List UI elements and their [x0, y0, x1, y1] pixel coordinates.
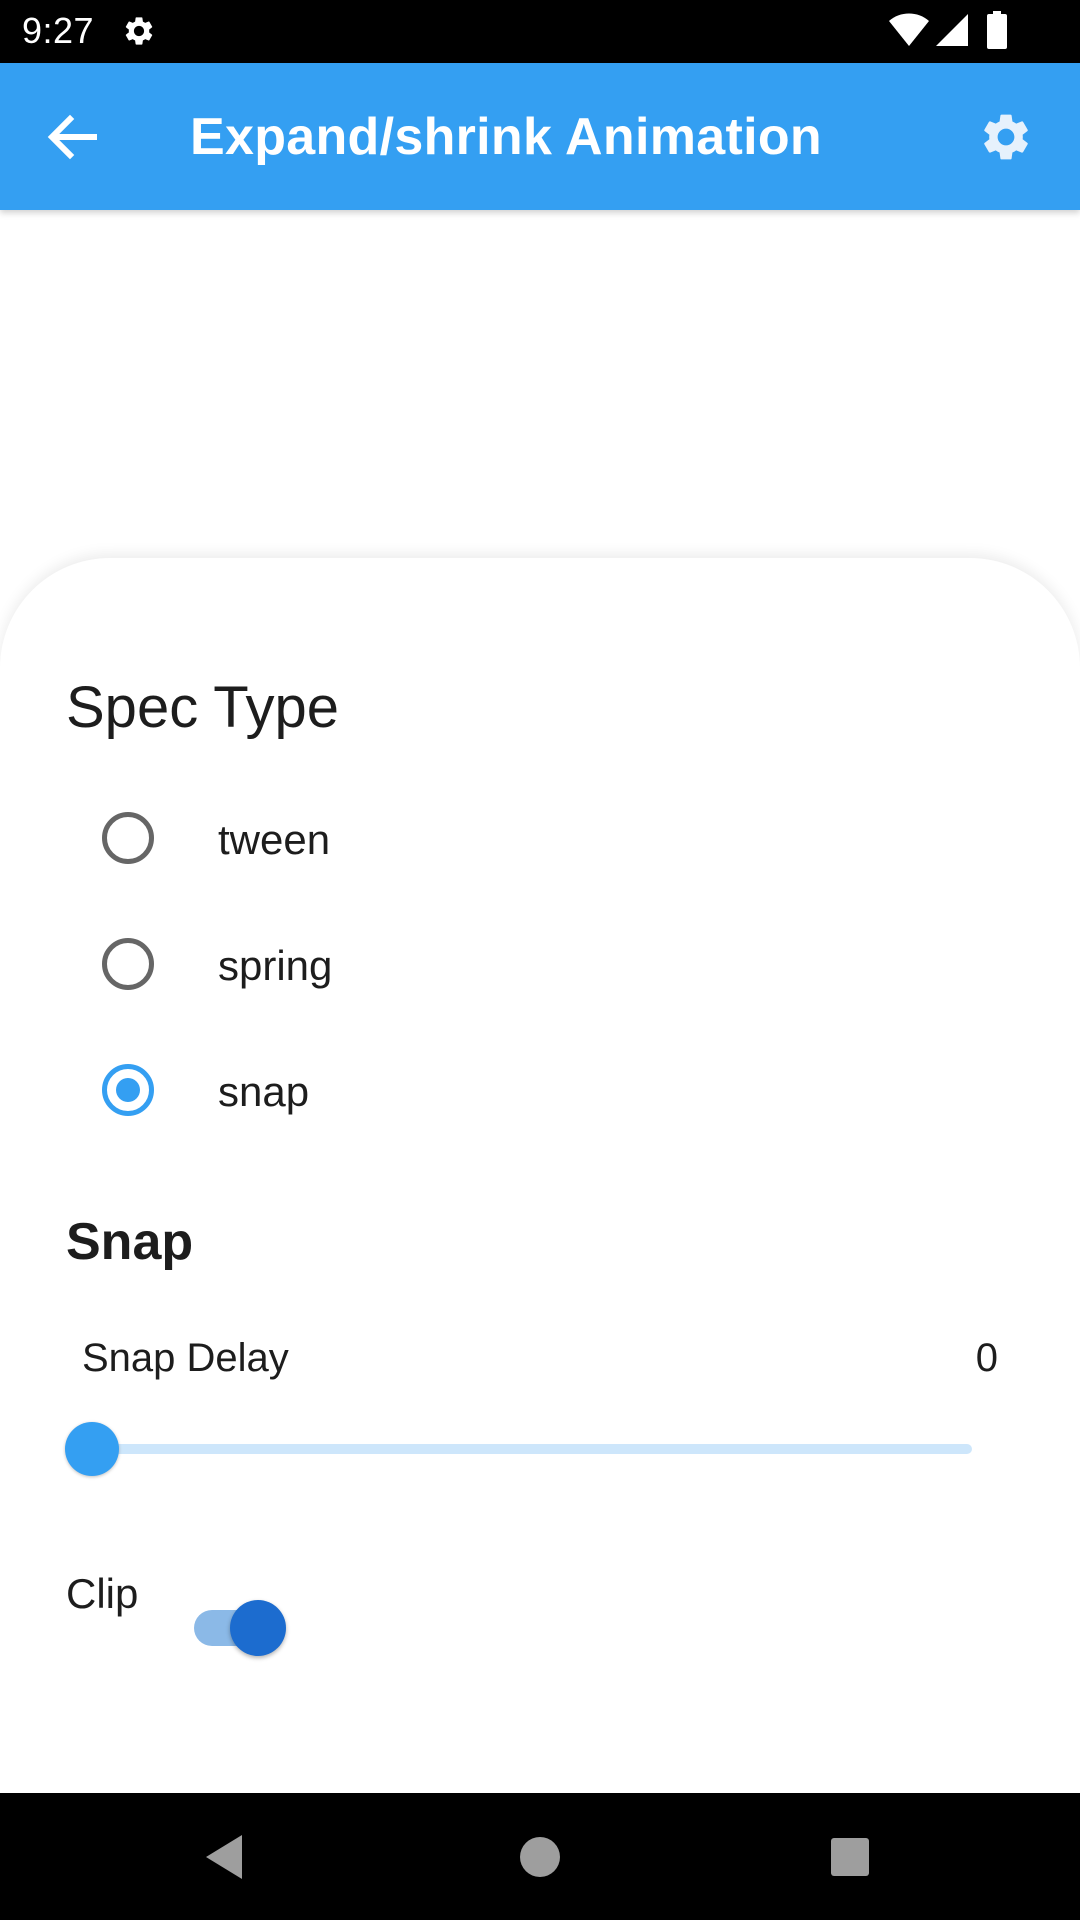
radio-option-tween[interactable]: tween — [90, 798, 590, 878]
snap-delay-slider[interactable] — [65, 1420, 996, 1480]
back-button[interactable] — [44, 111, 100, 163]
clip-toggle[interactable] — [194, 1598, 286, 1658]
spec-type-title: Spec Type — [66, 675, 340, 740]
battery-icon — [987, 11, 1007, 49]
radio-option-spring[interactable]: spring — [90, 924, 590, 1004]
status-time: 9:27 — [22, 10, 95, 51]
back-triangle-icon — [206, 1835, 242, 1879]
settings-button[interactable] — [978, 109, 1034, 165]
nav-back-button[interactable] — [196, 1827, 256, 1887]
radio-label: snap — [218, 1068, 310, 1115]
clip-label: Clip — [66, 1570, 139, 1617]
navigation-bar — [0, 1793, 1080, 1920]
home-circle-icon — [520, 1837, 560, 1877]
app-bar: Expand/shrink Animation — [0, 63, 1080, 210]
radio-button[interactable] — [102, 938, 154, 990]
nav-home-button[interactable] — [510, 1827, 570, 1887]
snap-delay-label: Snap Delay — [82, 1336, 289, 1380]
snap-delay-value: 0 — [975, 1336, 998, 1380]
cell-signal-icon — [936, 14, 968, 46]
page-title: Expand/shrink Animation — [190, 108, 822, 166]
snap-heading: Snap — [66, 1213, 194, 1271]
nav-recents-button[interactable] — [820, 1827, 880, 1887]
settings-gear-icon — [125, 17, 153, 45]
arrow-back-icon — [47, 114, 97, 160]
radio-button[interactable] — [102, 812, 154, 864]
slider-thumb[interactable] — [65, 1422, 119, 1476]
bottom-sheet — [0, 558, 1080, 1793]
radio-option-snap[interactable]: snap — [90, 1050, 590, 1130]
radio-label: spring — [218, 942, 333, 989]
wifi-icon — [889, 13, 929, 46]
switch-thumb[interactable] — [230, 1600, 286, 1656]
slider-track[interactable] — [92, 1444, 972, 1454]
radio-button-selected[interactable] — [102, 1064, 154, 1116]
radio-label: tween — [218, 816, 331, 863]
recents-square-icon — [831, 1838, 869, 1876]
status-bar: 9:27 — [0, 0, 1080, 63]
settings-gear-icon — [984, 114, 1028, 160]
